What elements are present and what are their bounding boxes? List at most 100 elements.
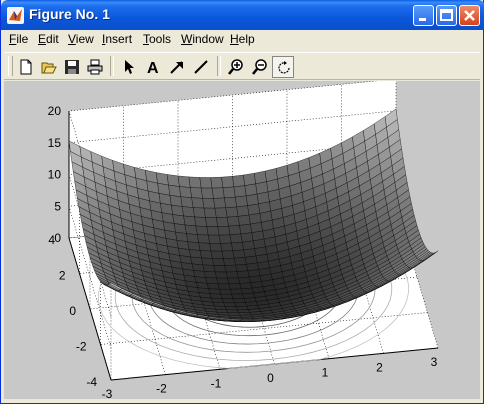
surface-patch	[235, 195, 248, 208]
surface-patch	[199, 177, 213, 189]
surface-patch	[246, 193, 259, 206]
surface-patch	[234, 302, 248, 307]
surface-patch	[228, 225, 242, 235]
open-file-button[interactable]	[38, 56, 60, 78]
select-arrow-icon	[125, 60, 134, 74]
rotate-3d-icon	[278, 61, 290, 74]
figure-canvas[interactable]: -3 -2 -1 0 1 2 3 -4 -2 0 2 4 0 5 10 15 20	[4, 78, 480, 401]
x-tick-label: 2	[376, 360, 383, 374]
menu-help[interactable]: Help	[230, 32, 255, 46]
surface-patch	[191, 197, 205, 209]
surface-patch	[166, 174, 180, 187]
surface-patch	[203, 207, 217, 218]
surface-patch	[233, 257, 247, 266]
print-icon	[87, 59, 103, 75]
save-button[interactable]	[61, 56, 83, 78]
close-icon	[464, 10, 475, 21]
title-bar[interactable]: Figure No. 1	[1, 0, 484, 30]
surface-patch	[197, 234, 210, 244]
surface-patch	[230, 288, 243, 295]
menu-tools[interactable]: Tools	[143, 32, 171, 46]
surface-patch	[188, 249, 202, 259]
surface-patch	[200, 187, 214, 199]
surface-patch	[213, 265, 227, 273]
menu-view[interactable]: View	[68, 32, 94, 46]
surface-patch	[206, 226, 220, 236]
surface-patch	[231, 293, 245, 299]
menu-edit[interactable]: Edit	[38, 32, 59, 46]
surface-patch	[187, 241, 201, 251]
surface-patch	[191, 263, 205, 272]
print-button[interactable]	[84, 56, 106, 78]
menu-file[interactable]: File	[9, 32, 28, 46]
zoom-out-icon	[252, 59, 267, 75]
surface-patch	[237, 214, 251, 226]
zoom-out-button[interactable]	[249, 56, 271, 78]
surface-patch	[209, 293, 223, 299]
surface-patch	[239, 223, 253, 235]
surface-patch	[190, 256, 204, 266]
surface-patch	[224, 196, 237, 208]
figure-toolbar: A	[4, 52, 480, 80]
surface-patch	[232, 298, 246, 304]
surface-patch	[180, 196, 194, 208]
surface-patch	[225, 206, 239, 218]
surface-patch	[239, 319, 254, 321]
surface-patch	[216, 217, 229, 227]
surface-patch	[235, 264, 249, 272]
surface-patch	[168, 184, 182, 197]
toolbar-separator	[217, 56, 221, 76]
insert-arrow-button[interactable]	[166, 56, 188, 78]
z-tick-label: 5	[54, 199, 61, 213]
close-button[interactable]	[459, 5, 480, 26]
surface-patch	[238, 276, 251, 284]
zoom-in-button[interactable]	[225, 56, 247, 78]
surface-patch	[198, 242, 212, 252]
surface-patch	[214, 271, 228, 279]
surface-patch	[195, 225, 209, 236]
surface-patch	[240, 232, 254, 243]
surface-patch	[226, 309, 239, 313]
surface-patch	[228, 315, 242, 318]
surface-patch	[224, 264, 238, 273]
surface-plot[interactable]: -3 -2 -1 0 1 2 3-4-2024 05101520	[4, 78, 480, 401]
new-figure-button[interactable]	[15, 56, 37, 78]
surface-patch	[171, 204, 184, 217]
surface-patch	[183, 215, 197, 227]
surface-patch	[204, 271, 217, 279]
insert-text-button[interactable]: A	[142, 56, 164, 78]
maximize-icon	[440, 9, 453, 21]
surface-patch	[210, 176, 224, 189]
surface-patch	[211, 187, 225, 199]
toolbar-grip[interactable]	[8, 56, 13, 76]
surface-patch	[227, 312, 241, 316]
surface-patch	[216, 277, 230, 285]
surface-patch	[210, 250, 224, 259]
minimize-button[interactable]	[413, 5, 434, 26]
surface-patch	[211, 297, 224, 303]
surface-patch	[223, 257, 236, 266]
insert-line-button[interactable]	[190, 56, 212, 78]
surface-patch	[231, 241, 244, 251]
surface-patch	[218, 234, 232, 244]
minimize-icon	[419, 18, 426, 21]
select-arrow-button[interactable]	[118, 56, 140, 78]
svg-text:A: A	[147, 60, 159, 75]
surface-patch	[221, 298, 235, 304]
surface-patch	[233, 185, 247, 198]
maximize-button[interactable]	[436, 5, 457, 26]
menu-bar: File Edit View Insert Tools Window Help	[1, 30, 483, 49]
surface-patch	[224, 306, 238, 311]
y-tick-label: 2	[59, 269, 66, 283]
surface-patch	[244, 183, 258, 197]
menu-insert[interactable]: Insert	[102, 32, 132, 46]
matlab-logo-icon	[7, 7, 24, 24]
surface-patch	[220, 242, 234, 252]
surface-patch	[226, 216, 240, 227]
rotate-3d-button[interactable]	[272, 56, 294, 78]
surface-patch	[232, 249, 246, 259]
menu-window[interactable]: Window	[181, 32, 224, 46]
z-tick-label: 20	[48, 104, 62, 118]
surface-patch	[209, 243, 223, 252]
surface-patch	[188, 176, 202, 189]
